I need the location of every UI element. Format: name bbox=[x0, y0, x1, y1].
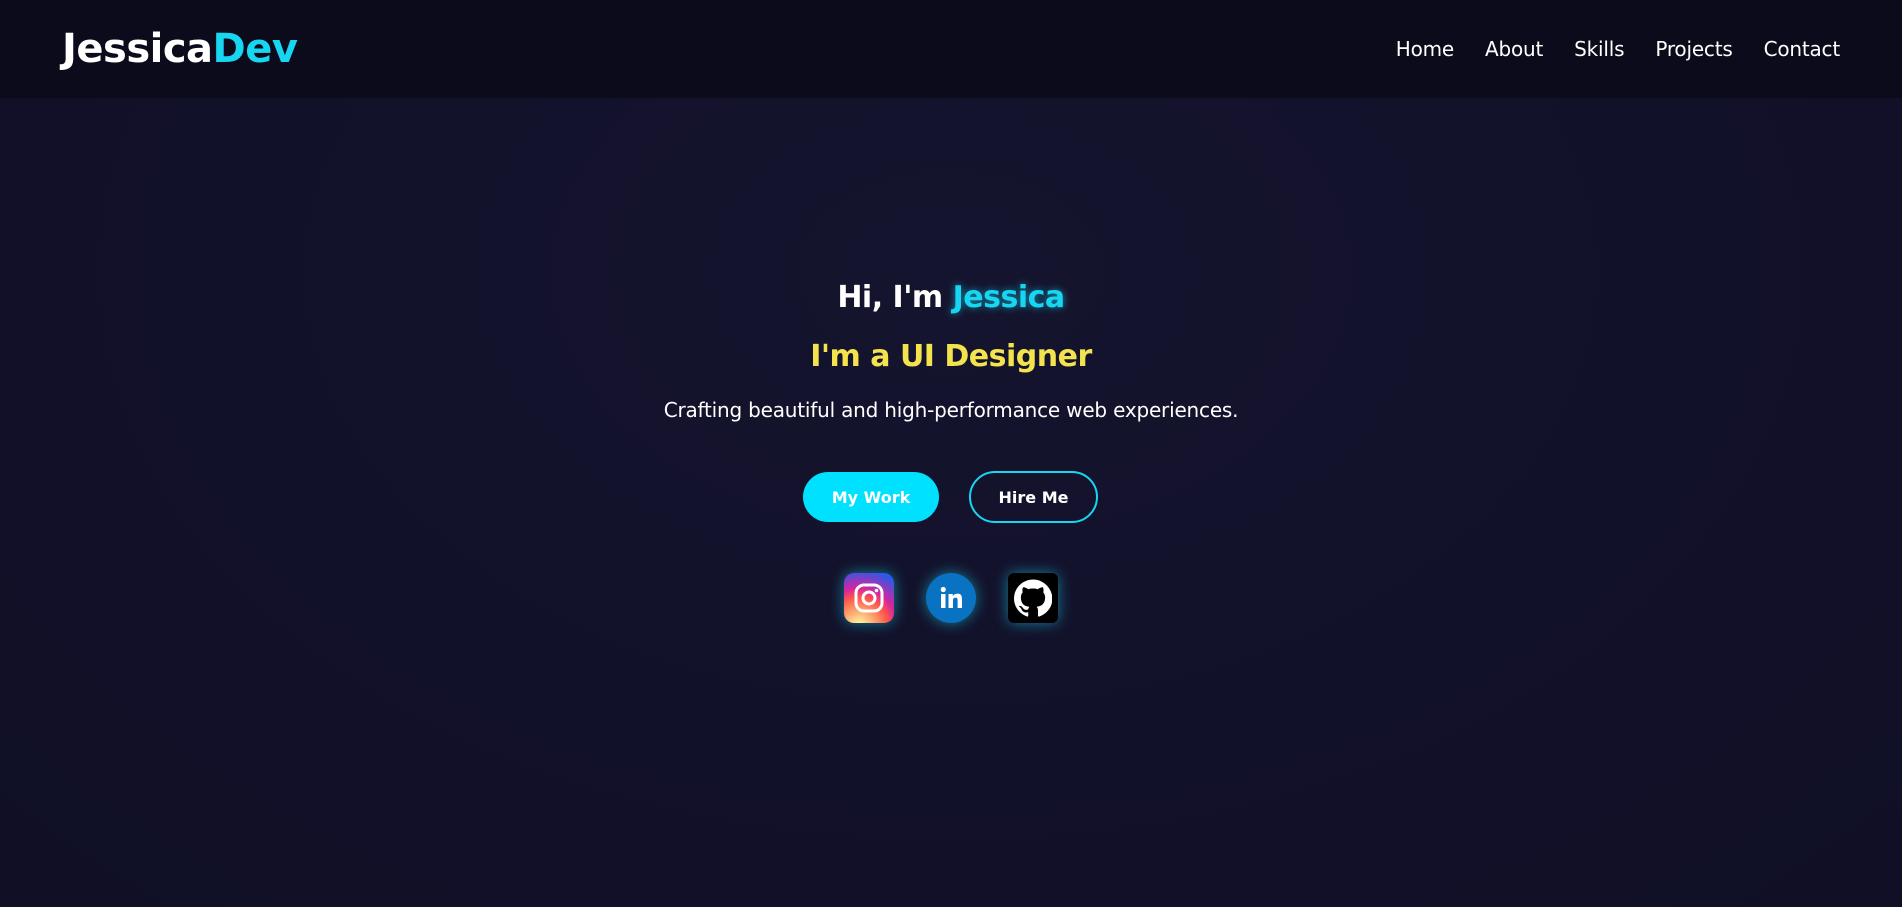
my-work-button[interactable]: My Work bbox=[803, 472, 939, 522]
github-link[interactable] bbox=[1008, 573, 1058, 623]
hero-buttons: My Work Hire Me bbox=[803, 471, 1098, 523]
nav-home-link[interactable]: Home bbox=[1396, 37, 1454, 61]
nav-projects-link[interactable]: Projects bbox=[1655, 37, 1732, 61]
nav-about-link[interactable]: About bbox=[1485, 37, 1543, 61]
instagram-icon bbox=[854, 583, 884, 613]
nav-skills-link[interactable]: Skills bbox=[1574, 37, 1624, 61]
hero-tagline: Crafting beautiful and high-performance … bbox=[663, 398, 1239, 422]
greeting-name: Jessica bbox=[952, 280, 1066, 315]
main-nav: Home About Skills Projects Contact bbox=[1396, 37, 1840, 61]
hero-role: I'm a UI Designer bbox=[810, 339, 1092, 374]
page: JessicaDev Home About Skills Projects Co… bbox=[0, 0, 1902, 907]
greeting-prefix: Hi, I'm bbox=[837, 280, 953, 315]
logo-accent: Dev bbox=[212, 26, 298, 72]
social-links bbox=[844, 573, 1058, 623]
logo-main: Jessica bbox=[62, 26, 213, 72]
nav-contact-link[interactable]: Contact bbox=[1764, 37, 1841, 61]
linkedin-icon bbox=[940, 586, 962, 608]
hire-me-button[interactable]: Hire Me bbox=[969, 471, 1098, 523]
instagram-link[interactable] bbox=[844, 573, 894, 623]
hero-section: Hi, I'm Jessica I'm a UI Designer Crafti… bbox=[0, 98, 1902, 907]
github-icon bbox=[1014, 579, 1052, 617]
logo[interactable]: JessicaDev bbox=[62, 26, 298, 72]
linkedin-link[interactable] bbox=[926, 573, 976, 623]
hero-greeting: Hi, I'm Jessica bbox=[0, 280, 1902, 315]
site-header: JessicaDev Home About Skills Projects Co… bbox=[0, 0, 1902, 98]
